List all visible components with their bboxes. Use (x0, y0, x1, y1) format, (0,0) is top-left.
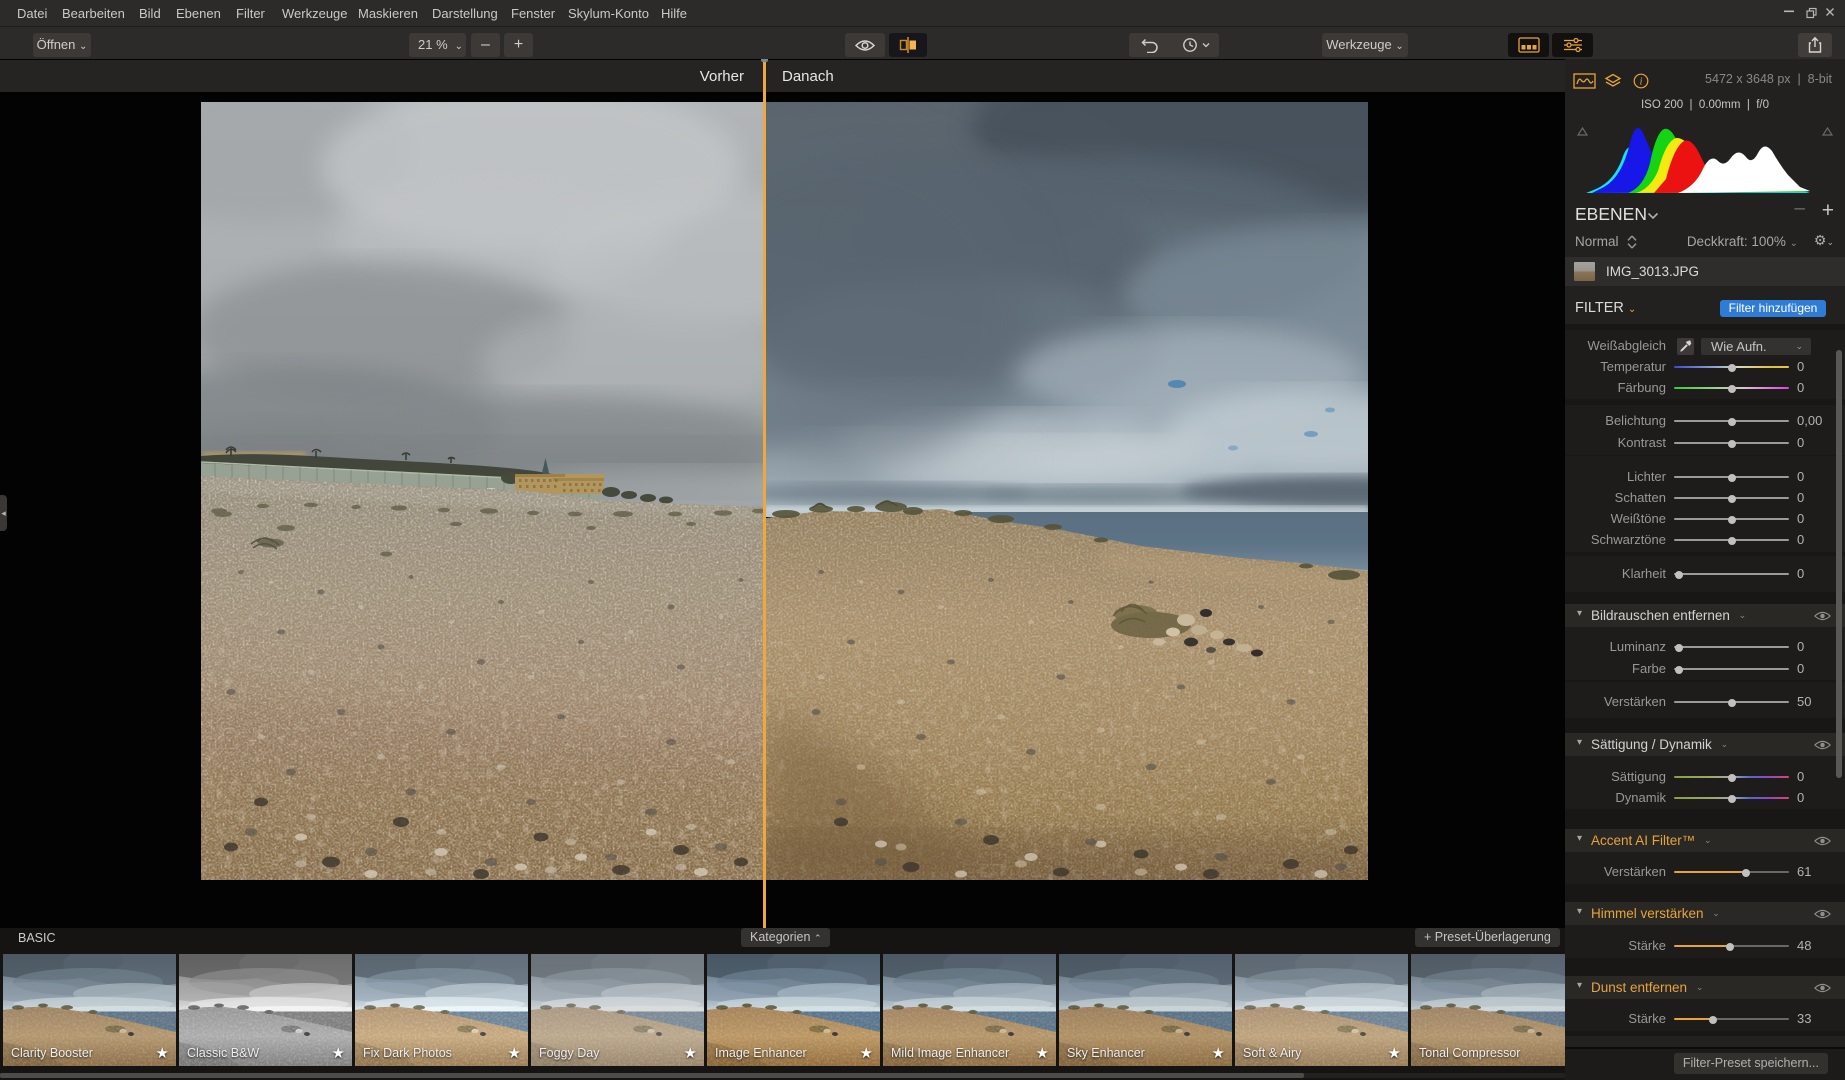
svg-text:i: i (1640, 77, 1643, 88)
